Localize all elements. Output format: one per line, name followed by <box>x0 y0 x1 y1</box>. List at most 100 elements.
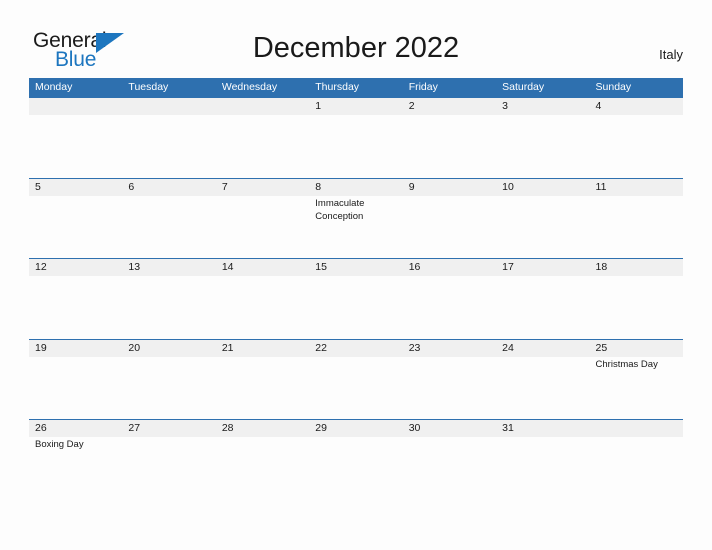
day-number: 10 <box>502 180 514 193</box>
day-number: 29 <box>315 422 327 434</box>
day-event <box>222 437 309 438</box>
day-cell[interactable]: 1 <box>309 98 402 178</box>
day-event: Christmas Day <box>595 358 658 370</box>
day-event <box>409 115 496 116</box>
day-event <box>502 437 589 438</box>
day-cell[interactable]: 21 <box>216 340 309 420</box>
day-event <box>315 115 402 116</box>
day-number: 23 <box>408 341 421 354</box>
day-number: 26 <box>35 422 47 434</box>
day-event <box>35 357 122 358</box>
day-number: 12 <box>35 261 47 273</box>
day-event <box>502 357 589 358</box>
day-number: 30 <box>408 422 421 434</box>
day-cell[interactable]: 2 <box>403 98 496 178</box>
day-number: 20 <box>128 341 141 354</box>
day-event <box>315 276 402 277</box>
calendar-page: General Blue December 2022 Italy Monday … <box>0 0 712 550</box>
day-event <box>315 437 402 438</box>
day-cell[interactable]: 18 <box>590 259 683 339</box>
day-event <box>409 357 496 358</box>
day-cell[interactable]: 20 <box>122 340 215 420</box>
day-cell[interactable]: 13 <box>122 259 215 339</box>
calendar-week-row: 5 6 7 8 Immaculate Conception 9 10 11 <box>29 177 683 259</box>
day-cell[interactable]: 3 <box>496 98 589 178</box>
day-number: 3 <box>502 100 508 112</box>
day-cell[interactable]: 15 <box>309 259 402 339</box>
day-cell[interactable]: 31 <box>496 420 589 500</box>
day-cell[interactable]: 26 Boxing Day <box>29 420 122 500</box>
day-cell[interactable]: 22 <box>309 340 402 420</box>
day-cell[interactable] <box>122 98 215 178</box>
day-cell[interactable]: 8 Immaculate Conception <box>309 179 402 259</box>
day-event <box>35 276 122 277</box>
weekday-header-row: Monday Tuesday Wednesday Thursday Friday… <box>29 78 683 97</box>
day-cell[interactable]: 25 Christmas Day <box>590 340 683 420</box>
day-cell[interactable]: 27 <box>122 420 215 500</box>
day-number: 19 <box>35 341 47 354</box>
day-number: 2 <box>408 100 415 112</box>
day-cell[interactable]: 6 <box>122 179 215 259</box>
day-cell[interactable]: 14 <box>216 259 309 339</box>
day-event <box>222 115 309 116</box>
day-event <box>35 115 122 116</box>
day-event <box>502 276 589 277</box>
day-number: 27 <box>128 422 141 434</box>
calendar-week-row: 12 13 14 15 16 17 18 <box>29 258 683 339</box>
weekday-header-tuesday: Tuesday <box>128 81 169 93</box>
day-cell[interactable]: 7 <box>216 179 309 259</box>
day-event <box>409 437 496 438</box>
weekday-header-sunday: Sunday <box>595 81 632 93</box>
day-number: 25 <box>595 341 608 354</box>
day-cell[interactable]: 19 <box>29 340 122 420</box>
day-number: 11 <box>595 180 607 193</box>
day-event <box>222 357 309 358</box>
day-event <box>409 196 496 197</box>
page-header: General Blue December 2022 Italy <box>0 0 712 78</box>
calendar-week-row: 19 20 21 22 23 24 25 Christmas Day <box>29 338 683 420</box>
day-number: 13 <box>128 261 141 273</box>
day-number: 28 <box>221 422 234 434</box>
day-number: 4 <box>595 100 602 112</box>
day-cell[interactable]: 5 <box>29 179 122 259</box>
day-event <box>128 196 215 197</box>
weekday-header-monday: Monday <box>35 81 73 93</box>
day-event <box>502 196 589 197</box>
day-event <box>128 437 215 438</box>
day-cell[interactable]: 29 <box>309 420 402 500</box>
day-number: 31 <box>502 422 514 434</box>
day-event <box>315 357 402 358</box>
day-cell[interactable]: 4 <box>590 98 683 178</box>
day-cell[interactable]: 17 <box>496 259 589 339</box>
day-cell[interactable]: 24 <box>496 340 589 420</box>
day-event <box>128 276 215 277</box>
calendar-grid: Monday Tuesday Wednesday Thursday Friday… <box>29 78 683 500</box>
day-cell[interactable]: 10 <box>496 179 589 259</box>
day-cell[interactable] <box>590 420 683 500</box>
day-cell[interactable]: 30 <box>403 420 496 500</box>
day-event <box>409 276 496 277</box>
day-cell[interactable]: 11 <box>590 179 683 259</box>
day-event: Immaculate Conception <box>315 197 365 222</box>
weekday-header-saturday: Saturday <box>502 81 545 93</box>
calendar-week-row: 1 2 3 4 <box>29 97 683 178</box>
weekday-header-friday: Friday <box>408 81 438 93</box>
day-number: 18 <box>595 261 608 273</box>
day-cell[interactable]: 9 <box>403 179 496 259</box>
day-cell[interactable]: 12 <box>29 259 122 339</box>
day-number: 17 <box>502 261 514 273</box>
day-cell[interactable]: 23 <box>403 340 496 420</box>
day-cell[interactable]: 28 <box>216 420 309 500</box>
day-number: 21 <box>221 341 234 354</box>
day-number <box>128 98 215 115</box>
day-event <box>35 196 122 197</box>
day-cell[interactable]: 16 <box>403 259 496 339</box>
day-event <box>596 276 683 277</box>
day-number: 14 <box>221 261 234 273</box>
day-number: 5 <box>35 180 41 193</box>
day-event <box>502 115 589 116</box>
day-number <box>222 98 309 115</box>
day-cell[interactable] <box>216 98 309 178</box>
day-cell[interactable] <box>29 98 122 178</box>
day-event <box>128 357 215 358</box>
